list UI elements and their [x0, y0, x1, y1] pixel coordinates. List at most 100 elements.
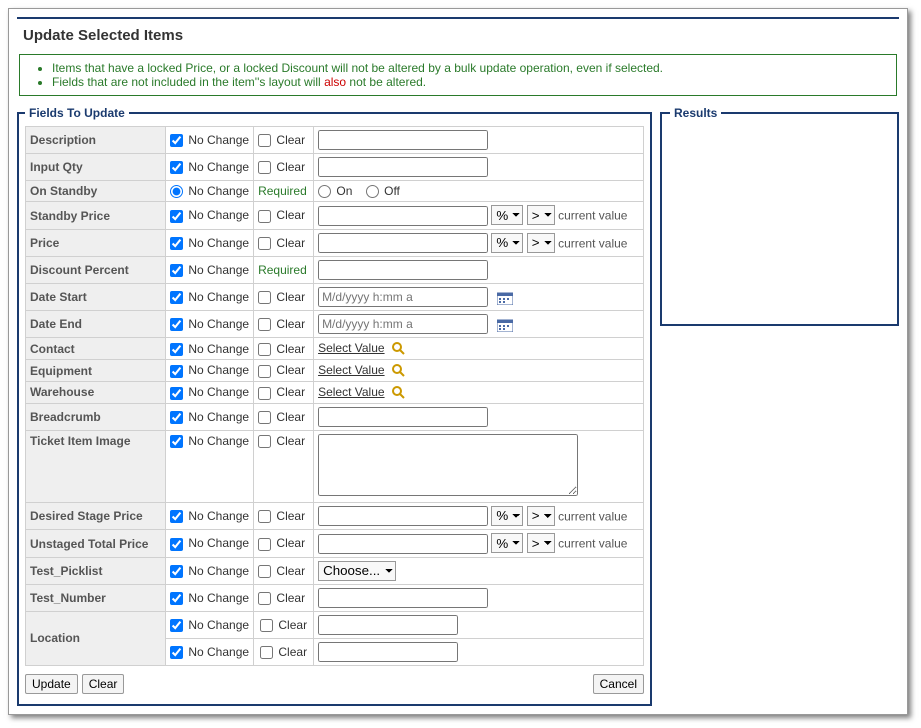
required-discount-percent: Required [258, 263, 307, 277]
row-location-1: Location No Change Clear [26, 611, 644, 638]
label-price: Price [26, 229, 166, 257]
label-equipment: Equipment [26, 360, 166, 382]
op-price[interactable]: > [527, 233, 555, 253]
clear-location-1[interactable] [260, 619, 273, 632]
label-contact: Contact [26, 338, 166, 360]
button-row: Update Clear Cancel [25, 674, 644, 694]
nochange-standby-price[interactable] [170, 210, 183, 223]
label-test-picklist: Test_Picklist [26, 557, 166, 584]
select-value-contact[interactable]: Select Value [318, 341, 385, 355]
input-location-2[interactable] [318, 642, 458, 662]
unit-unstaged-total-price[interactable]: % [491, 533, 523, 553]
nochange-description[interactable] [170, 134, 183, 147]
nochange-contact[interactable] [170, 343, 183, 356]
clear-test-number[interactable] [258, 592, 271, 605]
row-discount-percent: Discount Percent No Change Required [26, 257, 644, 284]
nochange-location-1[interactable] [170, 619, 183, 632]
title-bar: Update Selected Items [17, 17, 899, 50]
nochange-discount-percent[interactable] [170, 264, 183, 277]
fields-to-update-fieldset: Fields To Update Description No Change C… [17, 106, 652, 706]
row-test-number: Test_Number No Change Clear [26, 584, 644, 611]
clear-unstaged-total-price[interactable] [258, 538, 271, 551]
results-fieldset: Results [660, 106, 899, 326]
nochange-equipment[interactable] [170, 365, 183, 378]
notice-line-2: Fields that are not included in the item… [52, 75, 888, 89]
clear-price[interactable] [258, 237, 271, 250]
nochange-unstaged-total-price[interactable] [170, 538, 183, 551]
input-location-1[interactable] [318, 615, 458, 635]
input-standby-price[interactable] [318, 206, 488, 226]
row-input-qty: Input Qty No Change Clear [26, 154, 644, 181]
nochange-on-standby[interactable] [170, 185, 183, 198]
input-test-number[interactable] [318, 588, 488, 608]
cancel-button[interactable]: Cancel [593, 674, 644, 694]
input-date-end[interactable] [318, 314, 488, 334]
nochange-date-start[interactable] [170, 291, 183, 304]
nochange-price[interactable] [170, 237, 183, 250]
input-unstaged-total-price[interactable] [318, 534, 488, 554]
unit-price[interactable]: % [491, 233, 523, 253]
row-date-start: Date Start No Change Clear [26, 284, 644, 311]
clear-date-start[interactable] [258, 291, 271, 304]
unit-desired-stage-price[interactable]: % [491, 506, 523, 526]
unit-standby-price[interactable]: % [491, 205, 523, 225]
nochange-breadcrumb[interactable] [170, 411, 183, 424]
op-standby-price[interactable]: > [527, 205, 555, 225]
lookup-icon[interactable] [392, 386, 406, 400]
label-unstaged-total-price: Unstaged Total Price [26, 530, 166, 558]
radio-off[interactable] [366, 185, 379, 198]
input-discount-percent[interactable] [318, 260, 488, 280]
input-desired-stage-price[interactable] [318, 506, 488, 526]
label-test-number: Test_Number [26, 584, 166, 611]
nochange-test-picklist[interactable] [170, 565, 183, 578]
row-ticket-item-image: Ticket Item Image No Change Clear [26, 430, 644, 502]
select-value-equipment[interactable]: Select Value [318, 363, 385, 377]
clear-breadcrumb[interactable] [258, 411, 271, 424]
clear-warehouse[interactable] [258, 387, 271, 400]
input-breadcrumb[interactable] [318, 407, 488, 427]
lookup-icon[interactable] [392, 364, 406, 378]
label-date-start: Date Start [26, 284, 166, 311]
clear-location-2[interactable] [260, 646, 273, 659]
lookup-icon[interactable] [392, 342, 406, 356]
nochange-location-2[interactable] [170, 646, 183, 659]
clear-input-qty[interactable] [258, 161, 271, 174]
label-warehouse: Warehouse [26, 381, 166, 403]
select-value-warehouse[interactable]: Select Value [318, 385, 385, 399]
label-on-standby: On Standby [26, 181, 166, 202]
textarea-ticket-item-image[interactable] [318, 434, 578, 496]
input-date-start[interactable] [318, 287, 488, 307]
row-on-standby: On Standby No Change Required On Off [26, 181, 644, 202]
row-equipment: Equipment No Change Clear Select Value [26, 360, 644, 382]
update-button[interactable]: Update [25, 674, 78, 694]
input-input-qty[interactable] [318, 157, 488, 177]
clear-description[interactable] [258, 134, 271, 147]
input-description[interactable] [318, 130, 488, 150]
clear-contact[interactable] [258, 343, 271, 356]
nochange-input-qty[interactable] [170, 161, 183, 174]
calendar-icon[interactable] [497, 318, 513, 332]
nochange-date-end[interactable] [170, 318, 183, 331]
row-breadcrumb: Breadcrumb No Change Clear [26, 403, 644, 430]
nochange-ticket-item-image[interactable] [170, 435, 183, 448]
clear-ticket-item-image[interactable] [258, 435, 271, 448]
page-title: Update Selected Items [23, 27, 893, 44]
clear-date-end[interactable] [258, 318, 271, 331]
select-test-picklist[interactable]: Choose... [318, 561, 396, 581]
nochange-desired-stage-price[interactable] [170, 510, 183, 523]
clear-button[interactable]: Clear [82, 674, 125, 694]
op-desired-stage-price[interactable]: > [527, 506, 555, 526]
row-warehouse: Warehouse No Change Clear Select Value [26, 381, 644, 403]
required-on-standby: Required [258, 184, 307, 198]
clear-equipment[interactable] [258, 365, 271, 378]
radio-on[interactable] [318, 185, 331, 198]
calendar-icon[interactable] [497, 291, 513, 305]
notice-line-1: Items that have a locked Price, or a loc… [52, 61, 888, 75]
clear-desired-stage-price[interactable] [258, 510, 271, 523]
op-unstaged-total-price[interactable]: > [527, 533, 555, 553]
nochange-warehouse[interactable] [170, 387, 183, 400]
clear-standby-price[interactable] [258, 210, 271, 223]
nochange-test-number[interactable] [170, 592, 183, 605]
clear-test-picklist[interactable] [258, 565, 271, 578]
input-price[interactable] [318, 233, 488, 253]
